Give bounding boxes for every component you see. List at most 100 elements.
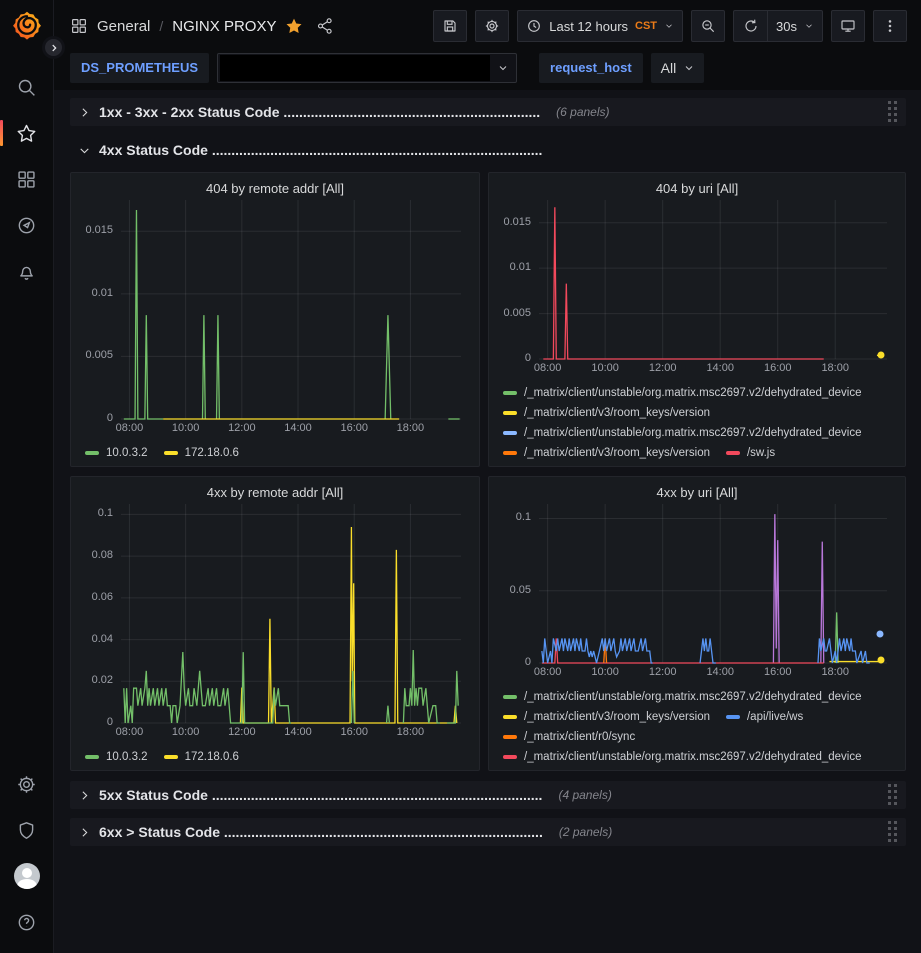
- legend-item[interactable]: /_matrix/client/unstable/org.matrix.msc2…: [503, 751, 862, 763]
- x-tick-label: 16:00: [340, 422, 368, 434]
- legend-item[interactable]: /_matrix/client/v3/room_keys/version: [503, 447, 710, 459]
- bell-icon: [16, 261, 37, 282]
- variable-label-request-host[interactable]: request_host: [539, 53, 643, 83]
- x-axis-labels: 08:0010:0012:0014:0016:0018:00: [121, 726, 461, 744]
- variable-dropdown-request-host[interactable]: All: [651, 53, 705, 83]
- avatar: [14, 863, 40, 889]
- legend-item[interactable]: /_matrix/client/unstable/org.matrix.msc2…: [503, 387, 862, 399]
- more-options-button[interactable]: [873, 10, 907, 42]
- time-series-canvas[interactable]: [539, 200, 887, 359]
- zoom-out-icon: [700, 18, 716, 34]
- legend-label: /_matrix/client/unstable/org.matrix.msc2…: [524, 387, 862, 399]
- legend-item[interactable]: /_matrix/client/v3/room_keys/version: [503, 711, 710, 723]
- chevron-down-icon: [497, 62, 509, 74]
- tv-mode-button[interactable]: [831, 10, 865, 42]
- apps-icon[interactable]: [70, 17, 88, 35]
- time-series-canvas[interactable]: [539, 504, 887, 663]
- y-tick-label: 0.01: [510, 261, 531, 273]
- legend-item[interactable]: /_matrix/client/r0/sync: [503, 731, 635, 743]
- save-dashboard-button[interactable]: [433, 10, 467, 42]
- sidebar-item-alerting[interactable]: [0, 248, 54, 294]
- legend-label: /_matrix/client/unstable/org.matrix.msc2…: [524, 751, 862, 763]
- row-panel-count: (6 panels): [556, 105, 609, 119]
- breadcrumb-dashboard-title[interactable]: NGINX PROXY: [172, 18, 276, 35]
- legend-swatch: [503, 411, 517, 415]
- legend-item[interactable]: /_matrix/client/v3/room_keys/version: [503, 407, 710, 419]
- y-tick-label: 0.05: [510, 584, 531, 596]
- x-tick-label: 14:00: [706, 666, 734, 678]
- active-indicator: [0, 120, 3, 146]
- chevron-down-icon: [78, 144, 91, 157]
- chevron-right-icon: [78, 826, 91, 839]
- time-series-canvas[interactable]: [121, 504, 461, 723]
- y-tick-label: 0.1: [516, 511, 531, 523]
- variable-dropdown-ds-prometheus[interactable]: [217, 53, 517, 83]
- x-tick-label: 12:00: [228, 726, 256, 738]
- legend-item[interactable]: 172.18.0.6: [164, 751, 239, 763]
- legend-item[interactable]: /sw.js: [726, 447, 775, 459]
- legend-item[interactable]: 10.0.3.2: [85, 447, 148, 459]
- legend-item[interactable]: /_matrix/client/unstable/org.matrix.msc2…: [503, 427, 862, 439]
- row-drag-handle[interactable]: [886, 819, 900, 845]
- x-tick-label: 08:00: [534, 666, 562, 678]
- y-tick-label: 0: [525, 656, 531, 668]
- y-axis-labels: 00.050.1: [499, 504, 539, 663]
- time-series-canvas[interactable]: [121, 200, 461, 419]
- sidebar-item-server-admin[interactable]: [0, 807, 54, 853]
- x-tick-label: 16:00: [764, 362, 792, 374]
- panel-legend: /_matrix/client/unstable/org.matrix.msc2…: [503, 387, 895, 459]
- main-area: General / NGINX PROXY L: [54, 0, 921, 953]
- legend-item[interactable]: /api/live/ws: [726, 711, 803, 723]
- sidebar-item-configuration[interactable]: [0, 761, 54, 807]
- x-tick-label: 10:00: [591, 362, 619, 374]
- panel-title[interactable]: 4xx by remote addr [All]: [81, 482, 469, 504]
- row-header-4xx[interactable]: 4xx Status Code ........................…: [70, 136, 906, 164]
- legend-swatch: [503, 695, 517, 699]
- legend-swatch: [503, 715, 517, 719]
- share-icon[interactable]: [316, 17, 334, 35]
- dashboard-canvas: 1xx - 3xx - 2xx Status Code ............…: [54, 90, 921, 953]
- panel-title[interactable]: 404 by remote addr [All]: [81, 178, 469, 200]
- zoom-out-button[interactable]: [691, 10, 725, 42]
- legend-label: /sw.js: [747, 447, 775, 459]
- x-tick-label: 18:00: [821, 666, 849, 678]
- sidebar-item-starred[interactable]: [0, 110, 54, 156]
- legend-item[interactable]: 10.0.3.2: [85, 751, 148, 763]
- sidebar-item-explore[interactable]: [0, 202, 54, 248]
- legend-item[interactable]: 172.18.0.6: [164, 447, 239, 459]
- row-drag-handle[interactable]: [886, 782, 900, 808]
- legend-label: 10.0.3.2: [106, 751, 148, 763]
- x-tick-label: 08:00: [116, 726, 144, 738]
- series-endpoint-dot: [877, 352, 884, 359]
- refresh-interval-dropdown[interactable]: 30s: [767, 10, 823, 42]
- sidebar-item-help[interactable]: [0, 899, 54, 945]
- panel-title[interactable]: 4xx by uri [All]: [499, 482, 895, 504]
- legend-item[interactable]: /_matrix/client/unstable/org.matrix.msc2…: [503, 691, 862, 703]
- refresh-button[interactable]: [733, 10, 767, 42]
- dashboard-settings-button[interactable]: [475, 10, 509, 42]
- x-tick-label: 12:00: [228, 422, 256, 434]
- chevron-right-icon: [78, 789, 91, 802]
- row-header-6xx[interactable]: 6xx > Status Code ......................…: [70, 818, 906, 846]
- time-range-picker[interactable]: Last 12 hours CST: [517, 10, 683, 42]
- row-header-5xx[interactable]: 5xx Status Code ........................…: [70, 781, 906, 809]
- y-tick-label: 0: [107, 716, 113, 728]
- x-tick-label: 14:00: [706, 362, 734, 374]
- sidebar-expand-button[interactable]: [42, 36, 65, 59]
- sidebar-item-profile[interactable]: [0, 853, 54, 899]
- variable-label-ds-prometheus[interactable]: DS_PROMETHEUS: [70, 53, 209, 83]
- x-axis-labels: 08:0010:0012:0014:0016:0018:00: [121, 422, 461, 440]
- panel-legend: 10.0.3.2 172.18.0.6: [85, 447, 469, 459]
- favorite-star-icon[interactable]: [285, 17, 303, 35]
- breadcrumb-folder[interactable]: General: [97, 18, 150, 35]
- sidebar-item-dashboards[interactable]: [0, 156, 54, 202]
- sidebar-item-search[interactable]: [0, 64, 54, 110]
- row-drag-handle[interactable]: [886, 99, 900, 125]
- panel-title[interactable]: 404 by uri [All]: [499, 178, 895, 200]
- y-tick-label: 0: [525, 352, 531, 364]
- row-header-1xx-3xx-2xx[interactable]: 1xx - 3xx - 2xx Status Code ............…: [70, 98, 906, 126]
- grafana-logo[interactable]: [12, 10, 42, 40]
- topbar: General / NGINX PROXY L: [54, 0, 921, 52]
- breadcrumb-separator: /: [159, 18, 163, 34]
- legend-swatch: [726, 451, 740, 455]
